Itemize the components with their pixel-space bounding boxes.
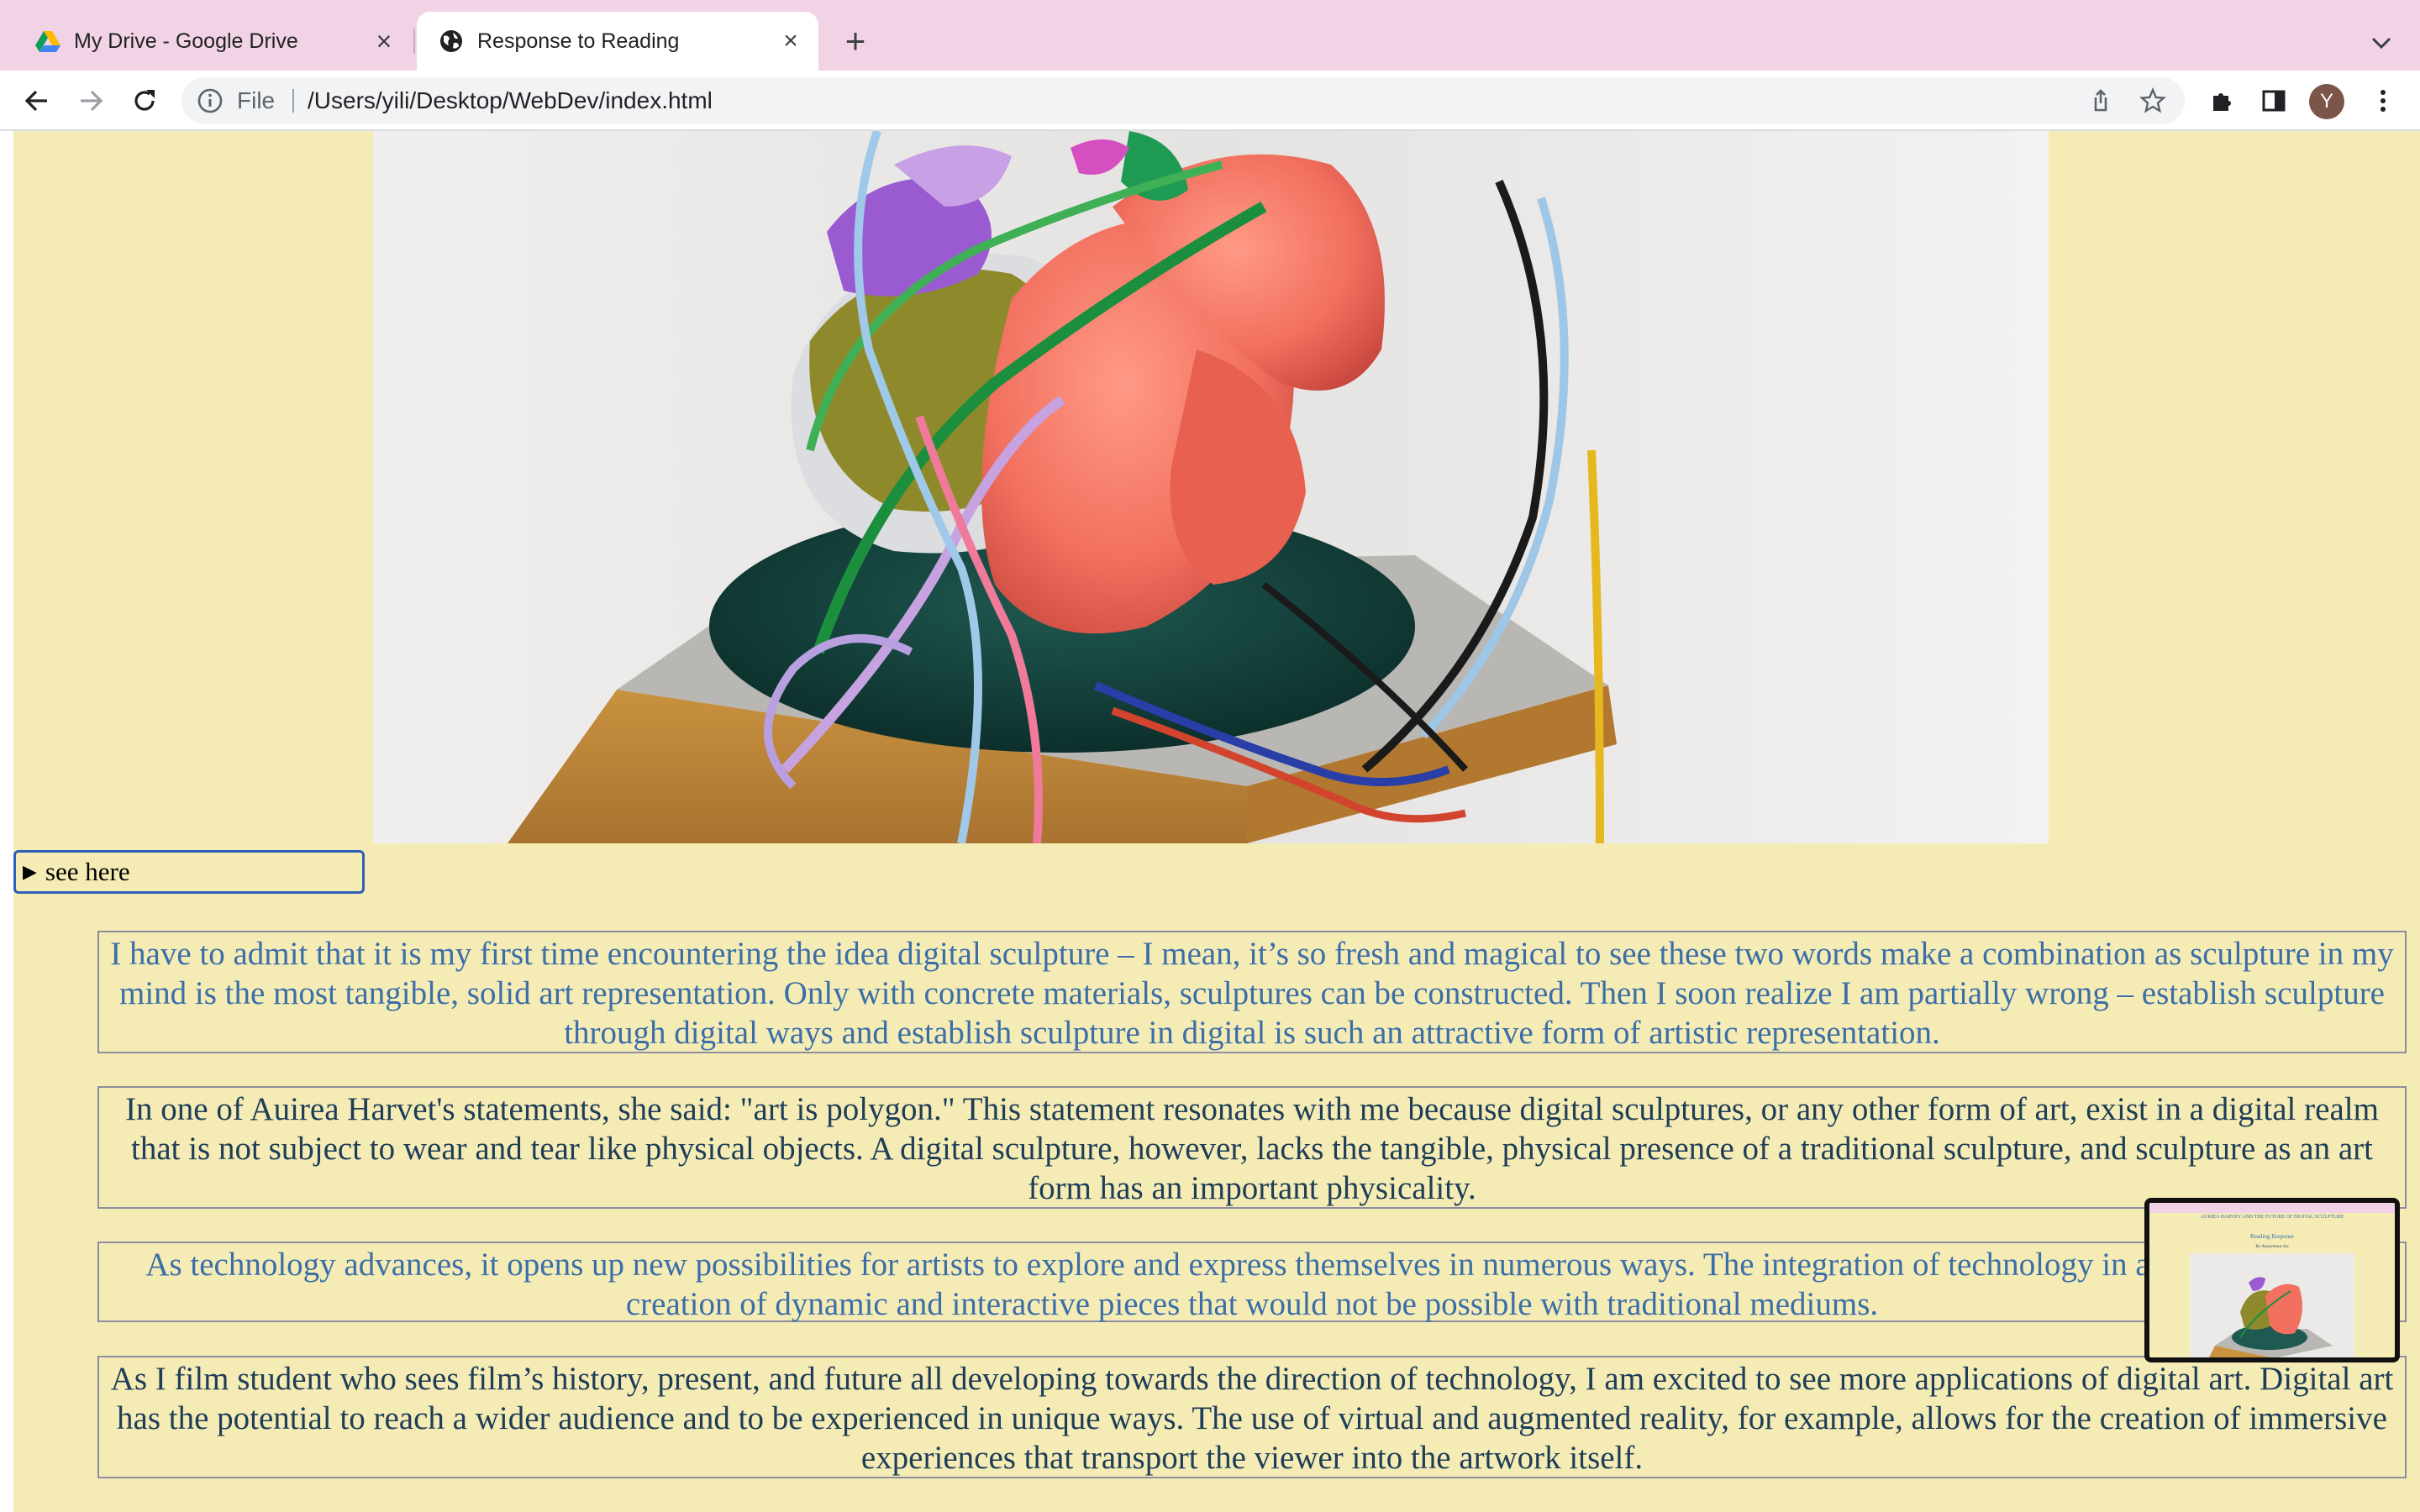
close-icon[interactable]: ×	[370, 27, 398, 55]
kebab-menu-icon[interactable]	[2363, 81, 2403, 121]
omnibox-divider	[292, 89, 294, 113]
screen-recording-thumbnail[interactable]: AURIEA HARVEY AND THE FUTURE OF DIGITAL …	[2144, 1198, 2400, 1362]
star-bookmark-icon[interactable]	[2139, 87, 2166, 114]
chevron-down-icon[interactable]	[2365, 25, 2398, 59]
back-arrow-icon[interactable]	[17, 81, 57, 121]
thumbnail-subtitle: Reading Response	[2250, 1233, 2294, 1240]
page-viewport: ▶ see here I have to admit that it is my…	[0, 131, 2420, 1512]
globe-icon	[440, 30, 462, 52]
paragraph-3: As technology advances, it opens up new …	[97, 1242, 2407, 1322]
url-text[interactable]: /Users/yili/Desktop/WebDev/index.html	[308, 77, 713, 124]
close-icon[interactable]: ×	[778, 29, 803, 54]
info-icon[interactable]	[197, 87, 224, 114]
thumbnail-browser-bar	[2149, 1203, 2395, 1213]
reload-icon[interactable]	[124, 81, 165, 121]
page-body: ▶ see here I have to admit that it is my…	[13, 131, 2420, 1512]
tab-divider	[413, 29, 415, 54]
address-bar[interactable]: File /Users/yili/Desktop/WebDev/index.ht…	[182, 77, 2185, 124]
see-here-summary[interactable]: ▶ see here	[13, 850, 365, 894]
sculpture-image	[373, 131, 2049, 843]
paragraph-2: In one of Auirea Harvet's statements, sh…	[97, 1086, 2407, 1209]
thumbnail-image	[2190, 1253, 2354, 1357]
summary-label: see here	[45, 857, 130, 886]
share-icon[interactable]	[2087, 87, 2114, 114]
browser-toolbar: File /Users/yili/Desktop/WebDev/index.ht…	[0, 71, 2420, 131]
extensions-puzzle-icon[interactable]	[2202, 81, 2242, 121]
thumbnail-header: AURIEA HARVEY AND THE FUTURE OF DIGITAL …	[2200, 1215, 2344, 1220]
url-scheme-label: File	[237, 87, 276, 113]
tab-title: My Drive - Google Drive	[74, 29, 298, 53]
tab-strip: My Drive - Google Drive × Response to Re…	[0, 0, 2420, 71]
paragraph-4: As I film student who sees film’s histor…	[97, 1356, 2407, 1478]
disclosure-triangle-icon: ▶	[23, 861, 37, 882]
side-panel-icon[interactable]	[2254, 81, 2294, 121]
forward-arrow-icon[interactable]	[71, 81, 111, 121]
new-tab-icon[interactable]: +	[837, 24, 874, 60]
profile-avatar[interactable]: Y	[2309, 84, 2344, 119]
tab-title: Response to Reading	[477, 29, 680, 53]
tab-response-to-reading[interactable]: Response to Reading ×	[417, 12, 818, 71]
google-drive-icon	[35, 31, 60, 52]
thumbnail-byline: By Anonymous Joe	[2255, 1245, 2289, 1249]
paragraph-1: I have to admit that it is my first time…	[97, 931, 2407, 1053]
tab-google-drive[interactable]: My Drive - Google Drive	[13, 12, 413, 71]
